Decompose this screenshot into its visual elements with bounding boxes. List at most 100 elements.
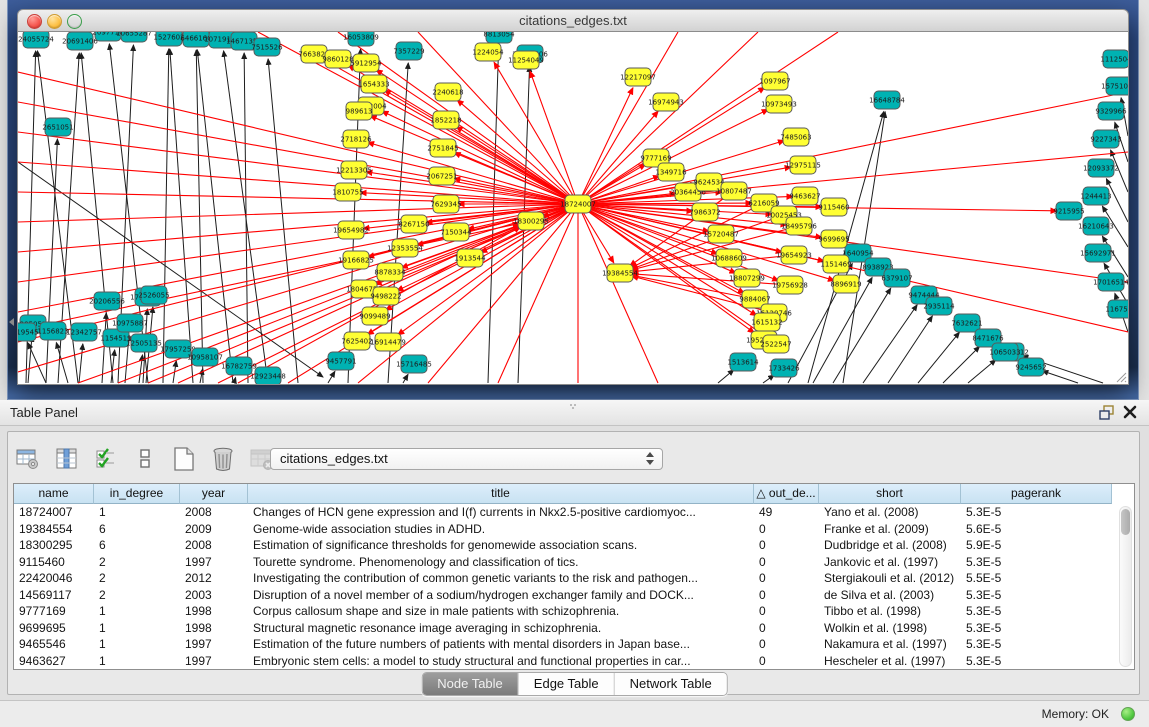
column-header-year[interactable]: year [180,484,248,504]
window-title: citations_edges.txt [18,10,1128,31]
clear-selection-button[interactable] [131,445,159,473]
table-cell: Corpus callosum shape and size in male p… [248,603,754,620]
column-header-in_degree[interactable]: in_degree [94,484,180,504]
graph-node-label: 9115460 [818,204,849,212]
float-panel-icon[interactable] [1099,405,1115,420]
table-row[interactable]: 1938455462009Genome-wide association stu… [14,521,1134,538]
tab-edge-table[interactable]: Edge Table [519,673,615,695]
column-header-title[interactable]: title [248,484,754,504]
graph-node-label: 1349716 [655,169,687,177]
table-cell: 9465546 [14,636,94,653]
window-titlebar[interactable]: citations_edges.txt [17,9,1129,32]
table-cell: 2 [94,554,180,571]
column-header-out_de[interactable]: △ out_de... [754,484,819,504]
graph-edge-black[interactable] [28,343,46,383]
column-header-short[interactable]: short [819,484,961,504]
table-row[interactable]: 969969511998Structural magnetic resonanc… [14,620,1134,637]
show-column-icon [55,447,79,471]
graph-node-label: 16648784 [869,97,905,105]
graph-edge-black[interactable] [200,369,203,383]
graph-node-label: 1733426 [768,365,800,373]
table-cell: 5.3E-5 [961,636,1112,653]
graph-edge-black[interactable] [102,313,106,383]
network-view-area: citations_edges.txt 18724007240557242069… [7,0,1139,400]
graph-node-label: 6379107 [881,275,912,283]
graph-edge-red[interactable] [578,204,658,383]
graph-edge-red[interactable] [578,204,1128,282]
graph-edge-black[interactable] [403,374,408,383]
graph-node-label: 19166825 [338,257,374,265]
table-cell: Wolkin et al. (1998) [819,620,961,637]
table-cell: Yano et al. (2008) [819,504,961,521]
network-canvas[interactable]: 1872400724055724206914062097710106552871… [18,32,1128,384]
graph-edge-red[interactable] [530,71,578,204]
graph-edge-black[interactable] [139,355,143,383]
table-row[interactable]: 1456911722003Disruption of a novel membe… [14,587,1134,604]
table-cell: 1997 [180,554,248,571]
graph-node-label: 12923448 [250,373,286,381]
scrollbar-thumb[interactable] [1121,509,1130,535]
table-cell: 1998 [180,620,248,637]
table-row[interactable]: 1830029562008Estimation of significance … [14,537,1134,554]
table-row[interactable]: 946362711997Embryonic stem cells: a mode… [14,653,1134,670]
panel-drag-handle-icon[interactable] [569,403,578,409]
table-row[interactable]: 911546021997Tourette syndrome. Phenomeno… [14,554,1134,571]
graph-edge-black[interactable] [863,305,917,383]
graph-node-label: 12505135 [126,340,162,348]
graph-edge-black[interactable] [46,139,57,383]
table-source-select[interactable]: citations_edges.txt [270,448,663,470]
graph-node-label: 7515526 [251,44,283,52]
memory-status-icon [1121,707,1135,721]
close-panel-icon[interactable] [1123,405,1137,419]
graph-edge-black[interactable] [234,378,236,383]
graph-node-label: 1654333 [358,81,389,89]
table-cell: 5.6E-5 [961,521,1112,538]
graph-node-label: 18495796 [781,223,817,231]
graph-edge-black[interactable] [918,332,959,383]
graph-node-label: 16974943 [648,99,684,107]
left-panel-collapse-arrow-icon[interactable] [9,318,14,326]
graph-edge-red[interactable] [18,204,578,222]
graph-node-label: 9457791 [325,358,356,366]
graph-edge-black[interactable] [718,370,734,383]
graph-edge-black[interactable] [163,49,169,383]
graph-node-label: 10975887 [112,320,148,328]
tab-node-table[interactable]: Node Table [422,673,519,695]
create-new-button[interactable] [170,445,198,473]
show-column-button[interactable] [53,445,81,473]
table-cell: 14569117 [14,587,94,604]
graph-edge-black[interactable] [328,371,335,383]
table-cell: 2 [94,587,180,604]
graph-edge-red[interactable] [376,70,578,204]
graph-edge-red[interactable] [382,111,578,204]
graph-edge-black[interactable] [79,344,83,383]
graph-node-label: 2240618 [432,89,463,97]
tab-network-table[interactable]: Network Table [615,673,727,695]
table-row[interactable]: 977716911998Corpus callosum shape and si… [14,603,1134,620]
table-vertical-scrollbar[interactable] [1119,506,1132,667]
column-header-name[interactable]: name [14,484,94,504]
graph-node-label: 5912954 [350,60,382,68]
table-row[interactable]: 1872400712008Changes of HCN gene express… [14,504,1134,521]
graph-node-label: 2522547 [760,341,791,349]
table-settings-button[interactable] [14,445,42,473]
table-cell: Genome-wide association studies in ADHD. [248,521,754,538]
graph-node-label: 7632621 [951,320,982,328]
table-cell: 2012 [180,570,248,587]
column-header-pagerank[interactable]: pagerank [961,484,1112,504]
graph-node-label: 9777169 [640,155,671,163]
graph-node-label: 9245652 [1015,364,1046,372]
table-row[interactable]: 2242004622012Investigating the contribut… [14,570,1134,587]
graph-node-label: 19654982 [333,227,369,235]
select-rows-button[interactable] [92,445,120,473]
graph-edge-red[interactable] [18,72,578,204]
table-row[interactable]: 946554611997Estimation of the future num… [14,636,1134,653]
window-resize-grip[interactable] [1114,370,1127,383]
graph-edge-black[interactable] [28,336,32,383]
delete-rows-button[interactable] [209,445,237,473]
graph-node-label: 1156823 [37,328,68,336]
graph-edge-black[interactable] [968,360,996,383]
graph-node-label: 7357229 [393,48,424,56]
table-source-value: citations_edges.txt [280,451,388,466]
graph-edge-black[interactable] [833,288,891,383]
